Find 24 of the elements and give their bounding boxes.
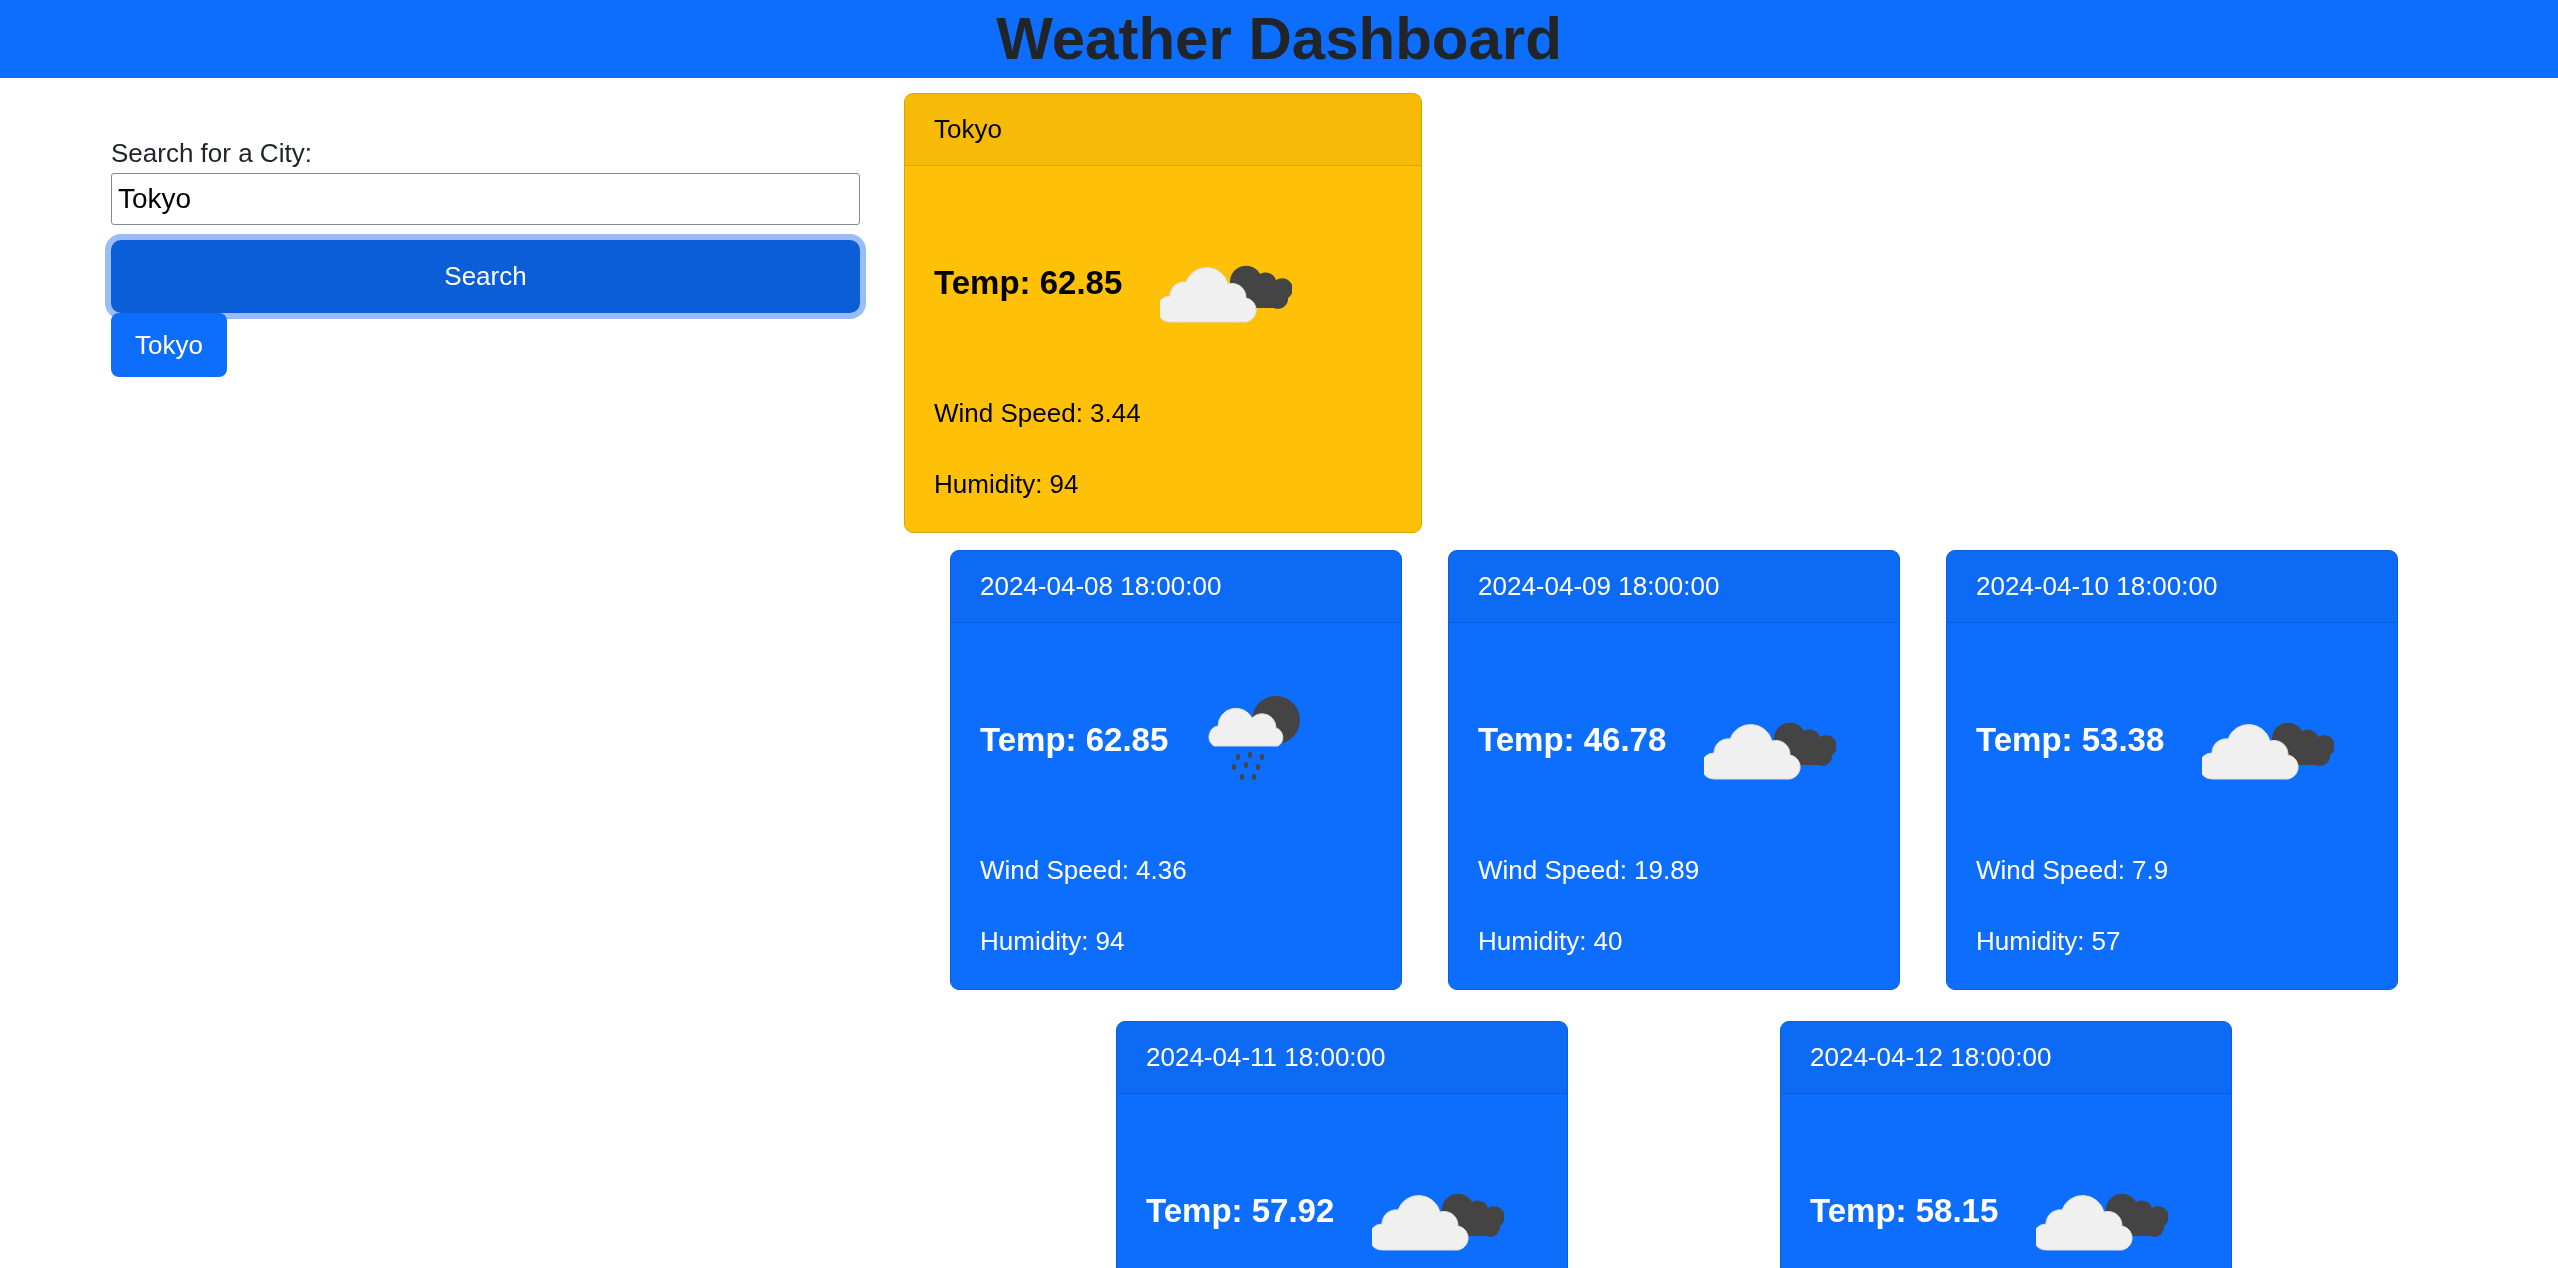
history-button[interactable]: Tokyo: [111, 313, 227, 377]
card-header: 2024-04-10 18:00:00: [1947, 551, 2397, 623]
search-label: Search for a City:: [111, 138, 312, 169]
humidity: Humidity: 94: [934, 469, 1080, 500]
wind-speed: Wind Speed: 19.89: [1478, 855, 1701, 886]
page-title: Weather Dashboard: [996, 9, 1562, 69]
temperature: Temp: 57.92: [1146, 1192, 1335, 1230]
card-header: 2024-04-11 18:00:00: [1117, 1022, 1567, 1094]
wind-speed: Wind Speed: 4.36: [980, 855, 1188, 886]
temperature: Temp: 46.78: [1478, 721, 1667, 759]
humidity: Humidity: 40: [1478, 926, 1624, 957]
temperature: Temp: 62.85: [980, 721, 1169, 759]
humidity: Humidity: 57: [1976, 926, 2122, 957]
card-header: 2024-04-09 18:00:00: [1449, 551, 1899, 623]
wind-speed: Wind Speed: 3.44: [934, 398, 1142, 429]
card-header: 2024-04-12 18:00:00: [1781, 1022, 2231, 1094]
card-header: Tokyo: [905, 94, 1421, 166]
city-input[interactable]: Tokyo: [111, 173, 860, 225]
card-header: 2024-04-08 18:00:00: [951, 551, 1401, 623]
temperature: Temp: 62.85: [934, 264, 1123, 302]
temperature: Temp: 58.15: [1810, 1192, 1999, 1230]
wind-speed: Wind Speed: 7.9: [1976, 855, 2170, 886]
temperature: Temp: 53.38: [1976, 721, 2165, 759]
humidity: Humidity: 94: [980, 926, 1126, 957]
